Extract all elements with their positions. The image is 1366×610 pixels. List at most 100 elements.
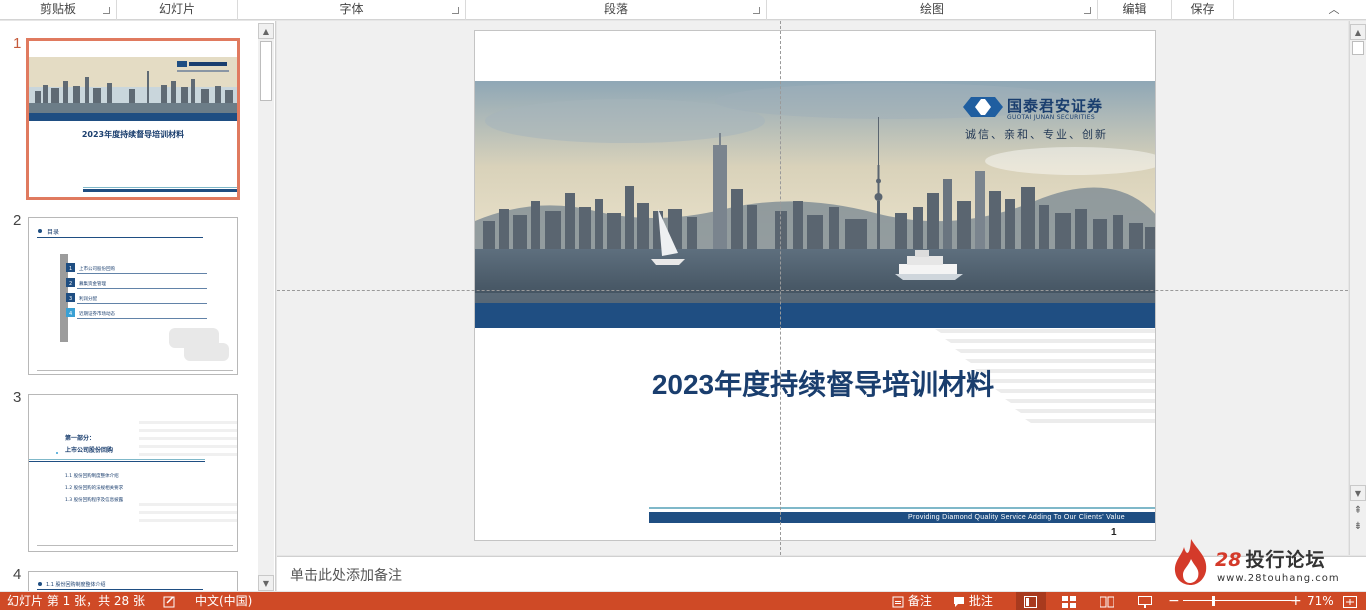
thumb-3-item: 1.2 股份回购的法规相关要求 <box>65 484 124 491</box>
thumbnail-scrollbar[interactable]: ▲ ▼ <box>258 23 274 591</box>
comments-btn-label: 批注 <box>968 594 993 608</box>
normal-view-icon <box>1024 595 1037 608</box>
dialog-launcher-icon[interactable] <box>103 7 110 14</box>
previous-slide-icon[interactable]: ⇞ <box>1350 503 1366 519</box>
slideshow-button[interactable] <box>1138 592 1152 610</box>
scroll-down-icon[interactable]: ▼ <box>258 575 274 591</box>
thumb-2-item: 利润分配 <box>79 295 97 302</box>
reading-view-button[interactable] <box>1100 592 1114 610</box>
ribbon-group-editing[interactable]: 编辑 <box>1098 0 1172 20</box>
thumb-2-heading: 目录 <box>47 228 59 236</box>
svg-text:1: 1 <box>69 266 72 272</box>
thumb-2-item: 募集资金管理 <box>79 280 106 287</box>
slide-editor: 国泰君安证券 GUOTAI JUNAN SECURITIES 诚信、亲和、专业、… <box>277 21 1348 555</box>
dialog-launcher-icon[interactable] <box>1084 7 1091 14</box>
zoom-slider-thumb[interactable] <box>1212 596 1215 606</box>
spelling-check-icon[interactable] <box>163 592 177 610</box>
thumb-1-title: 2023年度持续督导培训材料 <box>82 129 184 139</box>
ribbon-group-drawing[interactable]: 绘图 <box>767 0 1098 20</box>
slide-page-number: 1 <box>1111 527 1117 538</box>
notes-toggle-button[interactable]: 备注 <box>892 592 932 610</box>
scroll-up-icon[interactable]: ▲ <box>258 23 274 39</box>
slide-sorter-view-button[interactable] <box>1062 592 1076 610</box>
collapse-ribbon-icon[interactable]: ︿ <box>1326 2 1342 18</box>
thumb-3-preview: 第一部分： 上市公司股份回购 1.1 股份回购制度整体介绍 1.2 股份回购的法… <box>29 421 237 546</box>
ribbon-group-slides[interactable]: 幻灯片 <box>117 0 238 20</box>
normal-view-button[interactable] <box>1016 592 1046 610</box>
thumb-3-item: 1.3 股份回购程序及信息披露 <box>65 496 124 503</box>
thumbnail-slide-1[interactable]: 2023年度持续督导培训材料 <box>26 38 240 200</box>
scrollbar-thumb[interactable] <box>1352 41 1364 55</box>
thumb-3-item: 1.1 股份回购制度整体介绍 <box>65 472 119 479</box>
thumb-number: 3 <box>13 389 22 406</box>
scroll-up-icon[interactable]: ▲ <box>1350 24 1366 40</box>
slide-title[interactable]: 2023年度持续督导培训材料 <box>475 363 1155 403</box>
footer-accent-line <box>649 507 1155 509</box>
slide-thumbnail-pane: 1 2023年度持续督导培训材料 2 目录 1 2 3 4 上市公司股份回购 募… <box>0 21 276 591</box>
comments-toggle-button[interactable]: 批注 <box>953 592 993 610</box>
notes-icon <box>892 596 904 607</box>
fit-to-window-button[interactable] <box>1343 592 1357 610</box>
next-slide-icon[interactable]: ⇟ <box>1350 519 1366 535</box>
zoom-level[interactable]: 71% <box>1307 592 1334 610</box>
logo-english-name: GUOTAI JUNAN SECURITIES <box>1007 114 1095 121</box>
thumb-number: 4 <box>13 566 22 583</box>
thumb-3-part-title: 上市公司股份回购 <box>65 446 113 454</box>
ribbon-group-font[interactable]: 字体 <box>238 0 466 20</box>
thumb-2-preview: 目录 1 2 3 4 上市公司股份回购 募集资金管理 利润分配 近期证券市场动态 <box>37 228 233 371</box>
slide-canvas[interactable]: 国泰君安证券 GUOTAI JUNAN SECURITIES 诚信、亲和、专业、… <box>474 30 1156 541</box>
zoom-in-icon[interactable]: + <box>1290 592 1302 610</box>
thumb-4-heading: 1.1 股份回购制度整体介绍 <box>46 581 106 588</box>
horizontal-guide[interactable] <box>277 290 1348 291</box>
notes-placeholder[interactable]: 单击此处添加备注 <box>290 565 402 585</box>
ribbon-group-save[interactable]: 保存 <box>1172 0 1234 20</box>
thumbnail-slide-2[interactable]: 目录 1 2 3 4 上市公司股份回购 募集资金管理 利润分配 近期证券市场动态 <box>28 217 238 375</box>
ribbon-group-paragraph[interactable]: 段落 <box>466 0 767 20</box>
svg-text:4: 4 <box>69 311 72 317</box>
logo-chinese-name: 国泰君安证券 <box>1007 97 1104 115</box>
watermark-url: www.28touhang.com <box>1217 573 1340 584</box>
editor-scrollbar[interactable]: ▲ ▼ ⇞ ⇟ <box>1349 21 1366 555</box>
svg-text:2: 2 <box>69 281 72 287</box>
font-label: 字体 <box>339 2 364 16</box>
thumb-number: 2 <box>13 212 22 229</box>
svg-text:3: 3 <box>69 296 72 302</box>
slides-label: 幻灯片 <box>158 2 195 16</box>
watermark-number: 28 <box>1215 549 1242 571</box>
flame-logo-icon <box>1174 539 1207 585</box>
watermark-title: 28 投行论坛 <box>1215 545 1325 572</box>
thumbnail-slide-3[interactable]: 第一部分： 上市公司股份回购 1.1 股份回购制度整体介绍 1.2 股份回购的法… <box>28 394 238 552</box>
scrollbar-thumb[interactable] <box>260 41 272 101</box>
ribbon-group-clipboard[interactable]: 剪贴板 <box>0 0 117 20</box>
zoom-slider[interactable] <box>1183 600 1293 601</box>
clipboard-label: 剪贴板 <box>39 2 76 16</box>
watermark-name: 投行论坛 <box>1245 549 1326 571</box>
thumb-number: 1 <box>13 35 22 52</box>
book-icon <box>1100 596 1114 607</box>
scroll-down-icon[interactable]: ▼ <box>1350 485 1366 501</box>
fit-window-icon <box>1343 595 1357 608</box>
thumb-3-part: 第一部分： <box>64 434 95 442</box>
thumb-1-preview: 2023年度持续督导培训材料 <box>29 57 237 192</box>
thumb-2-item: 近期证券市场动态 <box>79 310 115 317</box>
thumb-2-item: 上市公司股份回购 <box>79 265 115 272</box>
drawing-label: 绘图 <box>919 2 944 16</box>
slogan: 诚信、亲和、专业、创新 <box>965 128 1108 141</box>
comment-icon <box>954 596 964 607</box>
dialog-launcher-icon[interactable] <box>452 7 459 14</box>
thumbnail-slide-4[interactable]: 1.1 股份回购制度整体介绍 <box>28 571 238 591</box>
diamond-logo-icon <box>963 97 1003 117</box>
notes-btn-label: 备注 <box>907 594 932 608</box>
save-label: 保存 <box>1190 2 1215 16</box>
forum-watermark: 28 投行论坛 www.28touhang.com <box>1170 535 1360 589</box>
banner-blue-stripe <box>475 303 1155 328</box>
paragraph-label: 段落 <box>603 2 628 16</box>
footer-tagline: Providing Diamond Quality Service Adding… <box>649 512 1155 523</box>
status-bar: 幻灯片 第 1 张，共 28 张 中文(中国) 备注 批注 − + 71% <box>0 592 1366 610</box>
dialog-launcher-icon[interactable] <box>753 7 760 14</box>
language-indicator[interactable]: 中文(中国) <box>195 592 252 610</box>
editing-label: 编辑 <box>1122 2 1147 16</box>
slideshow-icon <box>1138 595 1152 608</box>
vertical-guide[interactable] <box>780 21 781 555</box>
zoom-out-icon[interactable]: − <box>1168 592 1180 610</box>
